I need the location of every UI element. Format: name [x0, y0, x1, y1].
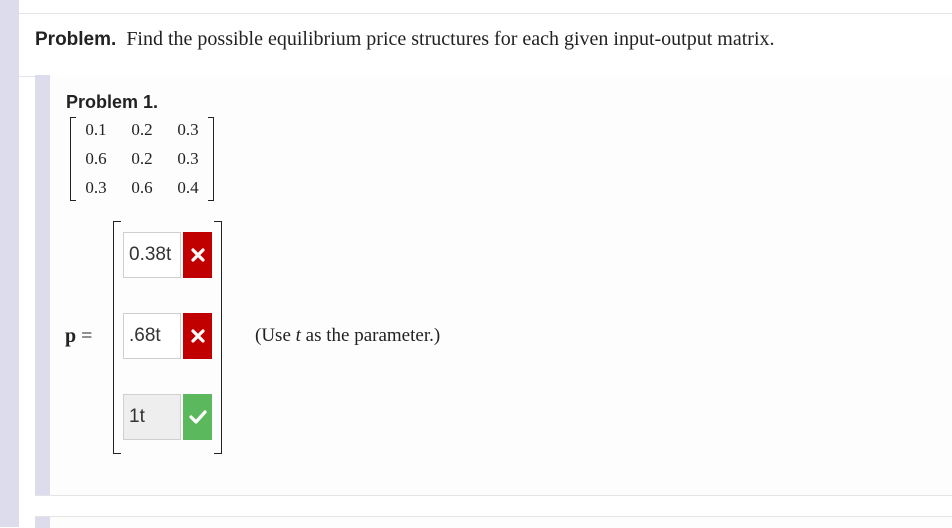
next-problem-card — [35, 516, 952, 528]
header-text: Problem. Find the possible equilibrium pr… — [35, 28, 775, 51]
matrix-cell: 0.3 — [85, 178, 107, 197]
page-side-bar — [0, 0, 19, 527]
correct-badge — [183, 394, 212, 440]
hint-suffix: as the parameter.) — [300, 325, 441, 346]
parameter-hint: (Use t as the parameter.) — [255, 325, 440, 347]
problem-title: Problem 1. — [66, 92, 159, 112]
vector-right-bracket — [214, 221, 222, 454]
check-icon — [188, 410, 207, 424]
vector-symbol: p — [65, 325, 77, 347]
answer-input-2[interactable]: .68t — [123, 313, 181, 359]
card-side-bar — [35, 75, 50, 495]
header-instruction: Find the possible equilibrium price stru… — [126, 28, 775, 50]
vector-left-bracket — [113, 221, 121, 454]
problem-header: Problem. Find the possible equilibrium pr… — [19, 13, 952, 77]
matrix-right-bracket — [208, 117, 214, 201]
incorrect-badge — [183, 232, 212, 278]
next-card-side-bar — [35, 517, 50, 528]
equals-sign: = — [81, 325, 93, 347]
matrix-cell: 0.1 — [85, 120, 107, 139]
incorrect-badge — [183, 313, 212, 359]
answer-input-1[interactable]: 0.38t — [123, 232, 181, 278]
matrix-cell: 0.2 — [131, 149, 153, 168]
x-icon — [190, 329, 205, 343]
answer-input-3[interactable]: 1t — [123, 394, 181, 440]
header-label: Problem. — [35, 29, 117, 50]
x-icon — [190, 248, 205, 262]
matrix-cell: 0.3 — [177, 120, 199, 139]
input-output-matrix: 0.1 0.2 0.3 0.6 0.2 0.3 0.3 0.6 0.4 — [70, 117, 214, 201]
matrix-cell: 0.4 — [177, 178, 199, 197]
price-vector-label: p = — [65, 325, 92, 348]
matrix-cell: 0.6 — [131, 178, 153, 197]
hint-prefix: (Use — [255, 325, 296, 346]
matrix-cell: 0.2 — [131, 120, 153, 139]
matrix-cell: 0.3 — [177, 149, 199, 168]
matrix-cell: 0.6 — [85, 149, 107, 168]
